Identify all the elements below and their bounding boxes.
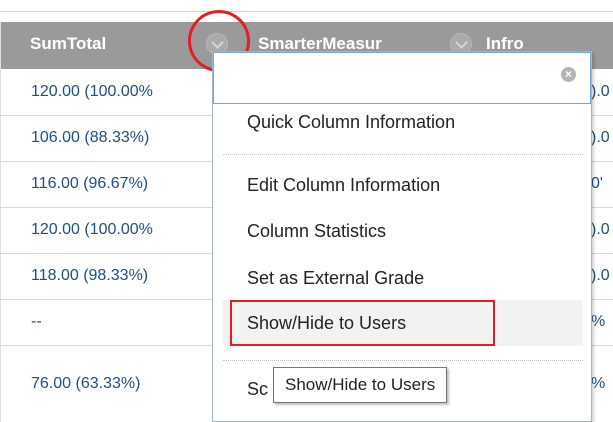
- grade-cell-partial[interactable]: ).0: [591, 221, 610, 239]
- grade-cell-partial[interactable]: %: [591, 313, 605, 331]
- grade-cell[interactable]: 116.00 (96.67%): [31, 175, 148, 193]
- grade-cell[interactable]: 106.00 (88.33%): [31, 129, 149, 147]
- grade-cell[interactable]: 118.00 (98.33%): [31, 267, 148, 285]
- menu-item-column-statistics[interactable]: Column Statistics: [223, 208, 583, 254]
- grade-cell-partial[interactable]: ).0: [591, 129, 610, 147]
- grade-cell[interactable]: 120.00 (100.00%: [31, 83, 153, 101]
- menu-item-edit-column-information[interactable]: Edit Column Information: [223, 162, 583, 208]
- grade-cell[interactable]: 76.00 (63.33%): [31, 375, 140, 393]
- column-header-sumtotal[interactable]: SumTotal: [30, 34, 106, 54]
- grade-cell-partial[interactable]: ).0: [591, 267, 610, 285]
- grade-cell[interactable]: 120.00 (100.00%: [31, 221, 153, 239]
- menu-item-set-as-external-grade[interactable]: Set as External Grade: [223, 255, 583, 301]
- top-strip: [0, 0, 613, 12]
- grade-cell-partial[interactable]: %: [591, 375, 605, 393]
- grade-cell-partial[interactable]: 0': [591, 175, 603, 193]
- menu-header: ×: [213, 52, 591, 104]
- highlight-box: [230, 300, 495, 346]
- menu-item-quick-column-information[interactable]: Quick Column Information: [223, 99, 583, 145]
- grade-cell[interactable]: --: [31, 313, 42, 331]
- grade-cell-partial[interactable]: ).0: [591, 83, 610, 101]
- menu-separator: [223, 154, 583, 155]
- menu-separator: [223, 360, 583, 361]
- tooltip: Show/Hide to Users: [273, 367, 448, 403]
- close-icon[interactable]: ×: [561, 67, 576, 82]
